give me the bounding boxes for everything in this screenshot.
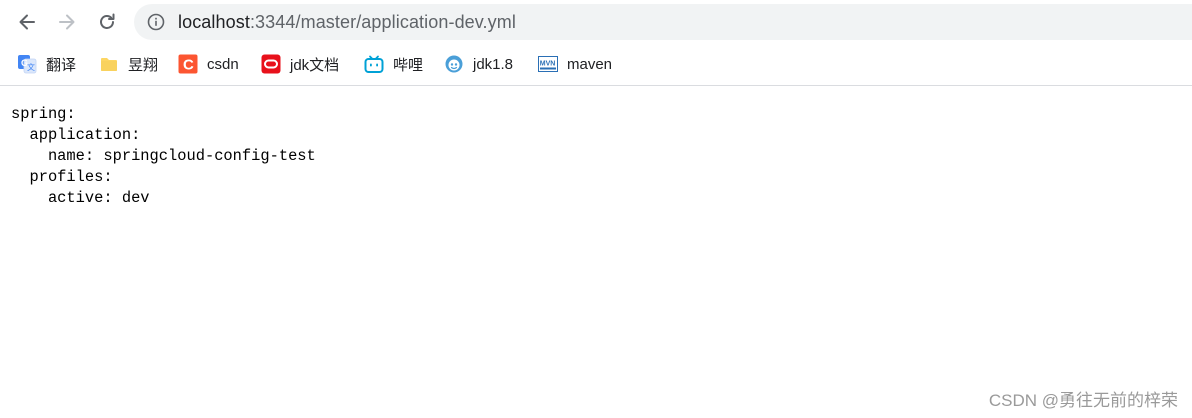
arrow-right-icon bbox=[59, 14, 75, 30]
jdk-icon bbox=[444, 54, 464, 74]
bookmark-csdn[interactable]: C csdn bbox=[178, 52, 239, 76]
csdn-icon: C bbox=[178, 54, 198, 74]
bookmark-label: jdk1.8 bbox=[473, 55, 514, 73]
reload-button[interactable] bbox=[91, 6, 123, 38]
yaml-document: spring: application: name: springcloud-c… bbox=[11, 105, 316, 207]
browser-toolbar: localhost:3344/master/application-dev.ym… bbox=[0, 0, 1192, 44]
maven-icon: MVN bbox=[538, 54, 558, 74]
csdn-watermark: CSDN @勇往无前的梓荣 bbox=[988, 391, 1178, 410]
bookmark-label: 哔哩 bbox=[393, 56, 424, 74]
folder-icon bbox=[99, 54, 119, 74]
bookmark-translate[interactable]: G 文 翻译 bbox=[17, 52, 76, 76]
bookmark-label: jdk文档 bbox=[290, 56, 340, 74]
bilibili-icon bbox=[364, 54, 384, 74]
back-button[interactable] bbox=[11, 6, 43, 38]
svg-text:文: 文 bbox=[27, 62, 35, 72]
site-info-icon[interactable] bbox=[146, 12, 166, 32]
url-path: :3344/master/application-dev.yml bbox=[249, 11, 516, 32]
bookmark-jdk18[interactable]: jdk1.8 bbox=[444, 52, 513, 76]
bookmark-maven[interactable]: MVN maven bbox=[538, 52, 612, 76]
oracle-icon bbox=[261, 54, 281, 74]
reload-icon bbox=[100, 13, 115, 29]
arrow-left-icon bbox=[19, 14, 35, 30]
forward-button[interactable] bbox=[51, 6, 83, 38]
url-text[interactable]: localhost:3344/master/application-dev.ym… bbox=[178, 12, 516, 33]
svg-text:C: C bbox=[183, 57, 194, 74]
page-content: spring: application: name: springcloud-c… bbox=[11, 104, 1181, 209]
bookmark-label: 昱翔 bbox=[128, 56, 159, 74]
url-host: localhost bbox=[178, 11, 250, 32]
address-bar[interactable]: localhost:3344/master/application-dev.ym… bbox=[134, 4, 1192, 40]
bookmark-bilibili[interactable]: 哔哩 bbox=[364, 52, 423, 76]
svg-text:MVN: MVN bbox=[540, 61, 556, 68]
bookmarks-bar: G 文 翻译 昱翔 C csdn jdk文档 哔哩 jdk1.8 MVN mav… bbox=[0, 44, 1192, 86]
bookmark-folder[interactable]: 昱翔 bbox=[99, 52, 158, 76]
bookmark-label: csdn bbox=[207, 55, 239, 73]
bookmark-label: maven bbox=[567, 55, 613, 73]
google-translate-icon: G 文 bbox=[17, 54, 37, 74]
bookmark-label: 翻译 bbox=[46, 56, 77, 74]
bookmark-jdk-docs[interactable]: jdk文档 bbox=[261, 52, 339, 76]
